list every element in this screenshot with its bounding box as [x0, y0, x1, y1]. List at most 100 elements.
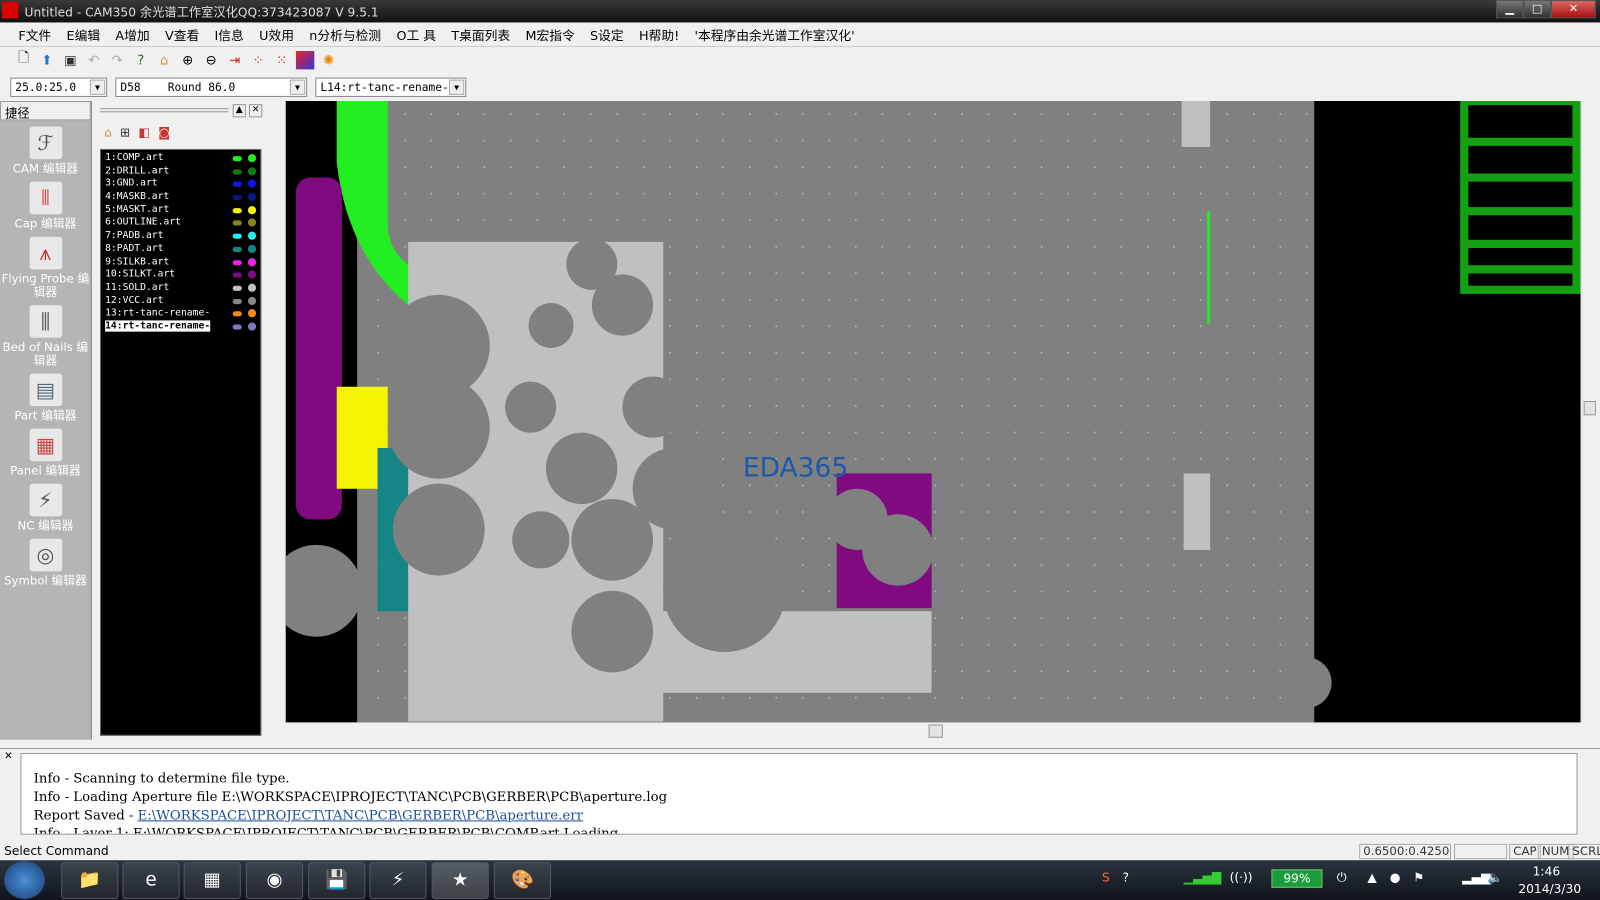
layer-visibility-dot[interactable] — [247, 270, 257, 279]
layer-visibility-dot[interactable] — [247, 167, 257, 176]
layer-item[interactable]: 8:PADT.art — [101, 243, 260, 256]
layer-visibility-dot[interactable] — [247, 244, 257, 253]
show-hidden-icon[interactable]: ▲ — [1367, 870, 1376, 884]
layer-visibility-dot[interactable] — [247, 192, 257, 202]
layer-item[interactable]: 5:MASKT.art — [101, 204, 260, 217]
signal-icon[interactable]: ▁▃▅▇ — [1184, 870, 1222, 884]
menu-macro[interactable]: M宏指令 — [525, 24, 574, 43]
panel-close-button[interactable]: ✕ — [248, 104, 263, 118]
layer-color-swatch[interactable] — [232, 324, 242, 330]
close-button[interactable]: ✕ — [1551, 0, 1596, 19]
new-file-icon[interactable]: 🗋 — [14, 51, 32, 69]
layer-visibility-dot[interactable] — [247, 309, 257, 318]
layer-visibility-dot[interactable] — [247, 205, 257, 215]
minimize-button[interactable]: ▁ — [1495, 0, 1524, 19]
chevron-down-icon[interactable]: ▼ — [89, 79, 106, 95]
layer-color-swatch[interactable] — [232, 220, 242, 226]
panel-maximize-button[interactable]: ▲ — [232, 104, 246, 118]
taskbar-ie-icon[interactable]: e — [122, 862, 180, 899]
layer-visibility-dot[interactable] — [247, 154, 257, 163]
layer-visibility-dot[interactable] — [247, 179, 257, 189]
layer-visibility-dot[interactable] — [247, 257, 257, 266]
layer-color-swatch[interactable] — [232, 311, 242, 317]
layers-flash-icon[interactable]: ✺ — [319, 51, 337, 69]
insert-icon[interactable]: ⇥ — [226, 51, 244, 69]
vertical-scroll-thumb[interactable] — [1583, 401, 1596, 416]
layer-item[interactable]: 6:OUTLINE.art — [101, 217, 260, 230]
shortcut-nc-editor[interactable]: ⚡ NC 编辑器 — [0, 483, 91, 533]
pcb-canvas[interactable]: EDA365 — [285, 101, 1581, 723]
help-icon[interactable]: ? — [1122, 870, 1129, 884]
layer-item[interactable]: 2:DRILL.art — [101, 165, 260, 178]
horizontal-scroll-thumb[interactable] — [928, 724, 943, 738]
menu-credit[interactable]: '本程序由余光谱工作室汉化' — [695, 24, 855, 43]
battery-indicator[interactable]: 99% — [1271, 869, 1323, 888]
layer-color-swatch[interactable] — [232, 259, 242, 265]
taskbar-chrome-icon[interactable]: ◉ — [245, 862, 304, 899]
chevron-down-icon[interactable]: ▼ — [289, 79, 306, 95]
menu-view[interactable]: V查看 — [165, 24, 199, 43]
menu-analysis[interactable]: n分析与检测 — [309, 24, 381, 43]
save-file-icon[interactable]: ▣ — [61, 51, 79, 69]
layer-select[interactable]: L14:rt-tanc-rename- ▼ — [315, 77, 467, 97]
layer-color-swatch[interactable] — [232, 272, 242, 278]
report-link[interactable]: E:\WORKSPACE\IPROJECT\TANC\PCB\GERBER\PC… — [138, 808, 583, 823]
clear-icon[interactable]: ⌂ — [155, 51, 173, 69]
zoom-in-icon[interactable]: ⊕ — [179, 51, 197, 69]
zoom-out-icon[interactable]: ⊖ — [202, 51, 220, 69]
shortcut-cam-editor[interactable]: ℱ CAM 编辑器 — [0, 126, 91, 176]
layer-color-swatch[interactable] — [232, 298, 242, 304]
layer-visibility-dot[interactable] — [247, 231, 257, 240]
taskbar-save-icon[interactable]: 💾 — [308, 862, 366, 899]
layer-item[interactable]: 1:COMP.art — [101, 152, 260, 165]
layer-add-icon[interactable]: ⊞ — [120, 126, 130, 144]
layer-color-swatch[interactable] — [232, 169, 242, 175]
undo-icon[interactable]: ↶ — [85, 51, 103, 69]
layer-color-swatch[interactable] — [232, 182, 242, 188]
taskbar-chinese-icon[interactable]: ★ — [431, 862, 489, 899]
menu-help[interactable]: H帮助! — [639, 24, 679, 43]
shortcut-symbol-editor[interactable]: ◎ Symbol 编辑器 — [0, 538, 91, 588]
shortcut-cap-editor[interactable]: ⫴ Cap 编辑器 — [0, 181, 91, 231]
layer-item[interactable]: 11:SOLD.art — [101, 282, 260, 295]
open-file-icon[interactable]: ⬆ — [38, 51, 56, 69]
vertical-scrollbar[interactable] — [1580, 101, 1598, 723]
horizontal-scrollbar[interactable] — [275, 722, 1581, 740]
menu-utilities[interactable]: U效用 — [259, 24, 294, 43]
layer-remove-icon[interactable]: ◧ — [138, 126, 150, 144]
log-close-icon[interactable]: ✕ — [4, 751, 13, 762]
layer-item[interactable]: 7:PADB.art — [101, 230, 260, 243]
menu-file[interactable]: F文件 — [18, 24, 51, 43]
layer-color-swatch[interactable] — [232, 207, 242, 214]
layer-color-swatch[interactable] — [232, 233, 242, 239]
query-icon[interactable]: ? — [132, 51, 150, 69]
chevron-down-icon[interactable]: ▼ — [448, 79, 465, 95]
taskbar-explorer-icon[interactable]: 📁 — [61, 862, 119, 899]
maximize-button[interactable]: □ — [1523, 0, 1552, 19]
volume-icon[interactable]: 🔈 — [1488, 870, 1503, 884]
layer-visibility-dot[interactable] — [247, 283, 257, 292]
grid-select[interactable]: 25.0:25.0 ▼ — [10, 77, 108, 97]
shortcut-panel-editor[interactable]: ▦ Panel 编辑器 — [0, 428, 91, 478]
clock-date[interactable]: 2014/3/30 — [1518, 882, 1581, 896]
layer-item[interactable]: 13:rt-tanc-rename- — [101, 307, 260, 320]
power-icon[interactable]: ⏻ — [1337, 870, 1347, 885]
layer-item[interactable]: 12:VCC.art — [101, 294, 260, 307]
layer-item[interactable]: 9:SILKB.art — [101, 256, 260, 269]
shortcut-bed-of-nails-editor[interactable]: ⫼ Bed of Nails 编辑器 — [0, 305, 91, 367]
taskbar-calculator-icon[interactable]: ▦ — [183, 862, 241, 899]
color-icon[interactable] — [295, 51, 315, 70]
layer-color-swatch[interactable] — [232, 285, 242, 291]
layer-item[interactable]: 4:MASKB.art — [101, 191, 260, 204]
grid-snap-icon[interactable]: ⁘ — [249, 51, 267, 69]
layer-color-swatch[interactable] — [232, 246, 242, 252]
taskbar-paint-icon[interactable]: 🎨 — [493, 862, 552, 899]
menu-add[interactable]: A增加 — [115, 24, 149, 43]
shortcut-flying-probe-editor[interactable]: ⩚ Flying Probe 编辑器 — [0, 236, 91, 299]
layer-color-swatch[interactable] — [232, 194, 242, 201]
shortcut-part-editor[interactable]: ▤ Part 编辑器 — [0, 373, 91, 422]
layer-item[interactable]: 3:GND.art — [101, 178, 260, 191]
layer-color-swatch[interactable] — [232, 156, 242, 162]
qq-icon[interactable]: ● — [1390, 870, 1401, 884]
wireless-icon[interactable]: ((·)) — [1230, 870, 1253, 884]
